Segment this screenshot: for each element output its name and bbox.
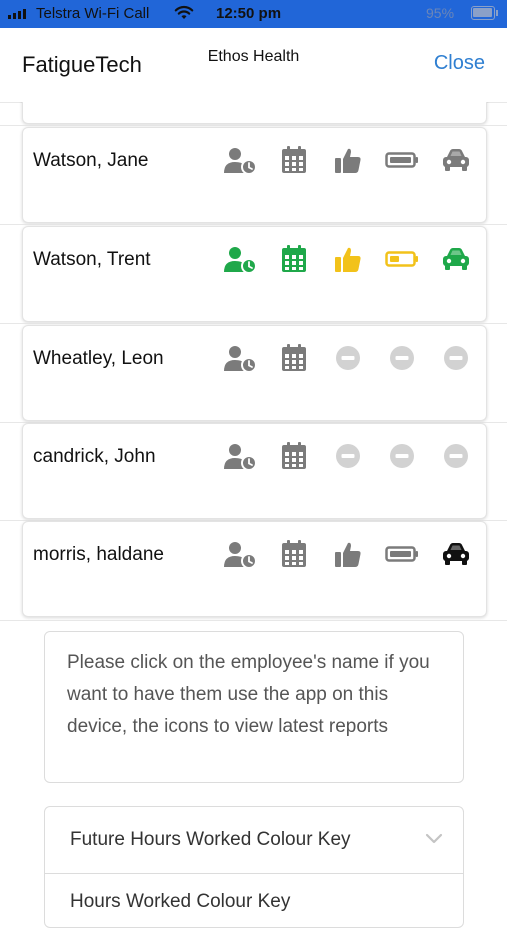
organization-name: Ethos Health bbox=[207, 48, 300, 65]
employee-name[interactable]: morris, haldane bbox=[33, 544, 164, 566]
carrier-label: Telstra Wi-Fi Call bbox=[36, 5, 150, 22]
instructions-box: Please click on the employee's name if y… bbox=[44, 631, 464, 783]
status-bar: Telstra Wi-Fi Call 12:50 pm 95% bbox=[0, 0, 507, 28]
person-clock-icon[interactable] bbox=[213, 344, 267, 372]
disabled-icon bbox=[321, 442, 375, 470]
signal-icon bbox=[8, 9, 26, 19]
employee-status-icons bbox=[213, 540, 483, 568]
employee-card: Watson, Trent bbox=[22, 226, 487, 322]
disabled-icon bbox=[375, 344, 429, 372]
person-clock-icon[interactable] bbox=[213, 540, 267, 568]
list-divider bbox=[0, 224, 507, 225]
calendar-icon[interactable] bbox=[267, 540, 321, 568]
disabled-icon bbox=[321, 344, 375, 372]
employee-card-partial bbox=[22, 102, 487, 124]
accordion-title: Future Hours Worked Colour Key bbox=[70, 829, 351, 850]
battery-status-icon bbox=[471, 6, 498, 20]
thumbs-up-icon[interactable] bbox=[321, 540, 375, 568]
instructions-text: Please click on the employee's name if y… bbox=[67, 652, 430, 737]
calendar-icon[interactable] bbox=[267, 442, 321, 470]
calendar-icon[interactable] bbox=[267, 146, 321, 174]
person-clock-icon[interactable] bbox=[213, 245, 267, 273]
battery-icon[interactable] bbox=[375, 245, 429, 273]
thumbs-up-icon[interactable] bbox=[321, 146, 375, 174]
close-button[interactable]: Close bbox=[434, 52, 485, 75]
wifi-icon bbox=[174, 5, 194, 26]
list-divider bbox=[0, 125, 507, 126]
employee-card: candrick, John bbox=[22, 423, 487, 519]
battery-percent: 95% bbox=[426, 5, 455, 21]
car-icon[interactable] bbox=[429, 245, 483, 273]
person-clock-icon[interactable] bbox=[213, 146, 267, 174]
car-icon[interactable] bbox=[429, 540, 483, 568]
status-time: 12:50 pm bbox=[216, 5, 282, 22]
employee-name[interactable]: candrick, John bbox=[33, 446, 156, 468]
list-divider bbox=[0, 323, 507, 324]
disabled-icon bbox=[375, 442, 429, 470]
disabled-icon bbox=[429, 344, 483, 372]
employee-card: Wheatley, Leon bbox=[22, 325, 487, 421]
list-divider bbox=[0, 620, 507, 621]
battery-icon[interactable] bbox=[375, 540, 429, 568]
chevron-down-icon bbox=[425, 832, 443, 850]
disabled-icon bbox=[429, 442, 483, 470]
battery-icon[interactable] bbox=[375, 146, 429, 174]
colour-key-accordion: Future Hours Worked Colour Key Hours Wor… bbox=[44, 806, 464, 928]
person-clock-icon[interactable] bbox=[213, 442, 267, 470]
accordion-section-title[interactable]: Hours Worked Colour Key bbox=[70, 891, 290, 913]
app-header: FatigueTech Ethos Health Close bbox=[0, 28, 507, 103]
employee-card: morris, haldane bbox=[22, 521, 487, 617]
calendar-icon[interactable] bbox=[267, 344, 321, 372]
employee-name[interactable]: Watson, Trent bbox=[33, 249, 151, 271]
employee-status-icons bbox=[213, 245, 483, 273]
car-icon[interactable] bbox=[429, 146, 483, 174]
future-hours-colour-key-toggle[interactable]: Future Hours Worked Colour Key bbox=[45, 807, 463, 874]
employee-status-icons bbox=[213, 146, 483, 174]
employee-name[interactable]: Wheatley, Leon bbox=[33, 348, 164, 370]
employee-status-icons bbox=[213, 442, 483, 470]
employee-status-icons bbox=[213, 344, 483, 372]
employee-list[interactable]: Watson, Jane Watson, Trent Wheatley, Leo… bbox=[0, 102, 507, 620]
calendar-icon[interactable] bbox=[267, 245, 321, 273]
employee-card: Watson, Jane bbox=[22, 127, 487, 223]
employee-name[interactable]: Watson, Jane bbox=[33, 150, 148, 172]
thumbs-up-icon[interactable] bbox=[321, 245, 375, 273]
